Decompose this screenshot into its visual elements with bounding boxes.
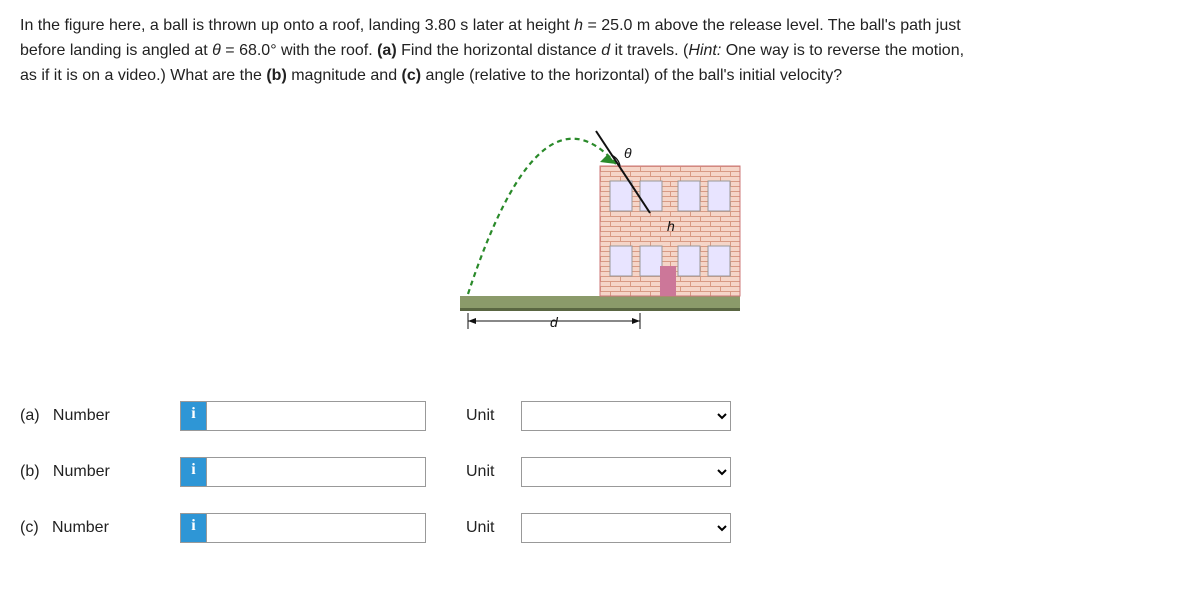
text: magnitude and xyxy=(287,67,402,84)
problem-figure: θ h d xyxy=(20,106,1180,341)
text: In the figure here, a ball is thrown up … xyxy=(20,17,574,34)
var-h: h xyxy=(574,17,583,34)
fig-d-label: d xyxy=(550,314,559,330)
info-icon[interactable]: i xyxy=(180,513,206,543)
unit-label: Unit xyxy=(466,407,521,425)
fig-theta-label: θ xyxy=(624,145,632,161)
answer-a-label: (a) Number xyxy=(20,407,180,425)
text: One way is to reverse the motion, xyxy=(721,42,964,59)
answer-c-unit-select[interactable] xyxy=(521,513,731,543)
answer-b-unit-select[interactable] xyxy=(521,457,731,487)
problem-text: In the figure here, a ball is thrown up … xyxy=(20,14,1180,88)
text: = 68.0° with the roof. xyxy=(221,42,377,59)
part-a-label: (a) xyxy=(377,42,397,59)
answer-row-a: (a) Number i Unit xyxy=(20,401,1180,431)
hint-label: Hint: xyxy=(688,42,721,59)
part-c-label: (c) xyxy=(402,67,422,84)
text: as if it is on a video.) What are the xyxy=(20,67,266,84)
answer-c-number-input[interactable] xyxy=(206,513,426,543)
var-d: d xyxy=(601,42,610,59)
answer-c-label: (c) Number xyxy=(20,519,180,537)
var-theta: θ xyxy=(212,42,221,59)
text: it travels. ( xyxy=(610,42,688,59)
info-icon[interactable]: i xyxy=(180,457,206,487)
answer-b-number-input[interactable] xyxy=(206,457,426,487)
answer-a-number-input[interactable] xyxy=(206,401,426,431)
text: Find the horizontal distance xyxy=(397,42,602,59)
fig-h-label: h xyxy=(667,218,675,234)
part-b-label: (b) xyxy=(266,67,286,84)
unit-label: Unit xyxy=(466,519,521,537)
answer-a-unit-select[interactable] xyxy=(521,401,731,431)
text: angle (relative to the horizontal) of th… xyxy=(421,67,842,84)
info-icon[interactable]: i xyxy=(180,401,206,431)
answer-b-label: (b) Number xyxy=(20,463,180,481)
text: before landing is angled at xyxy=(20,42,212,59)
answer-row-b: (b) Number i Unit xyxy=(20,457,1180,487)
unit-label: Unit xyxy=(466,463,521,481)
text: = 25.0 m above the release level. The ba… xyxy=(583,17,961,34)
answer-row-c: (c) Number i Unit xyxy=(20,513,1180,543)
